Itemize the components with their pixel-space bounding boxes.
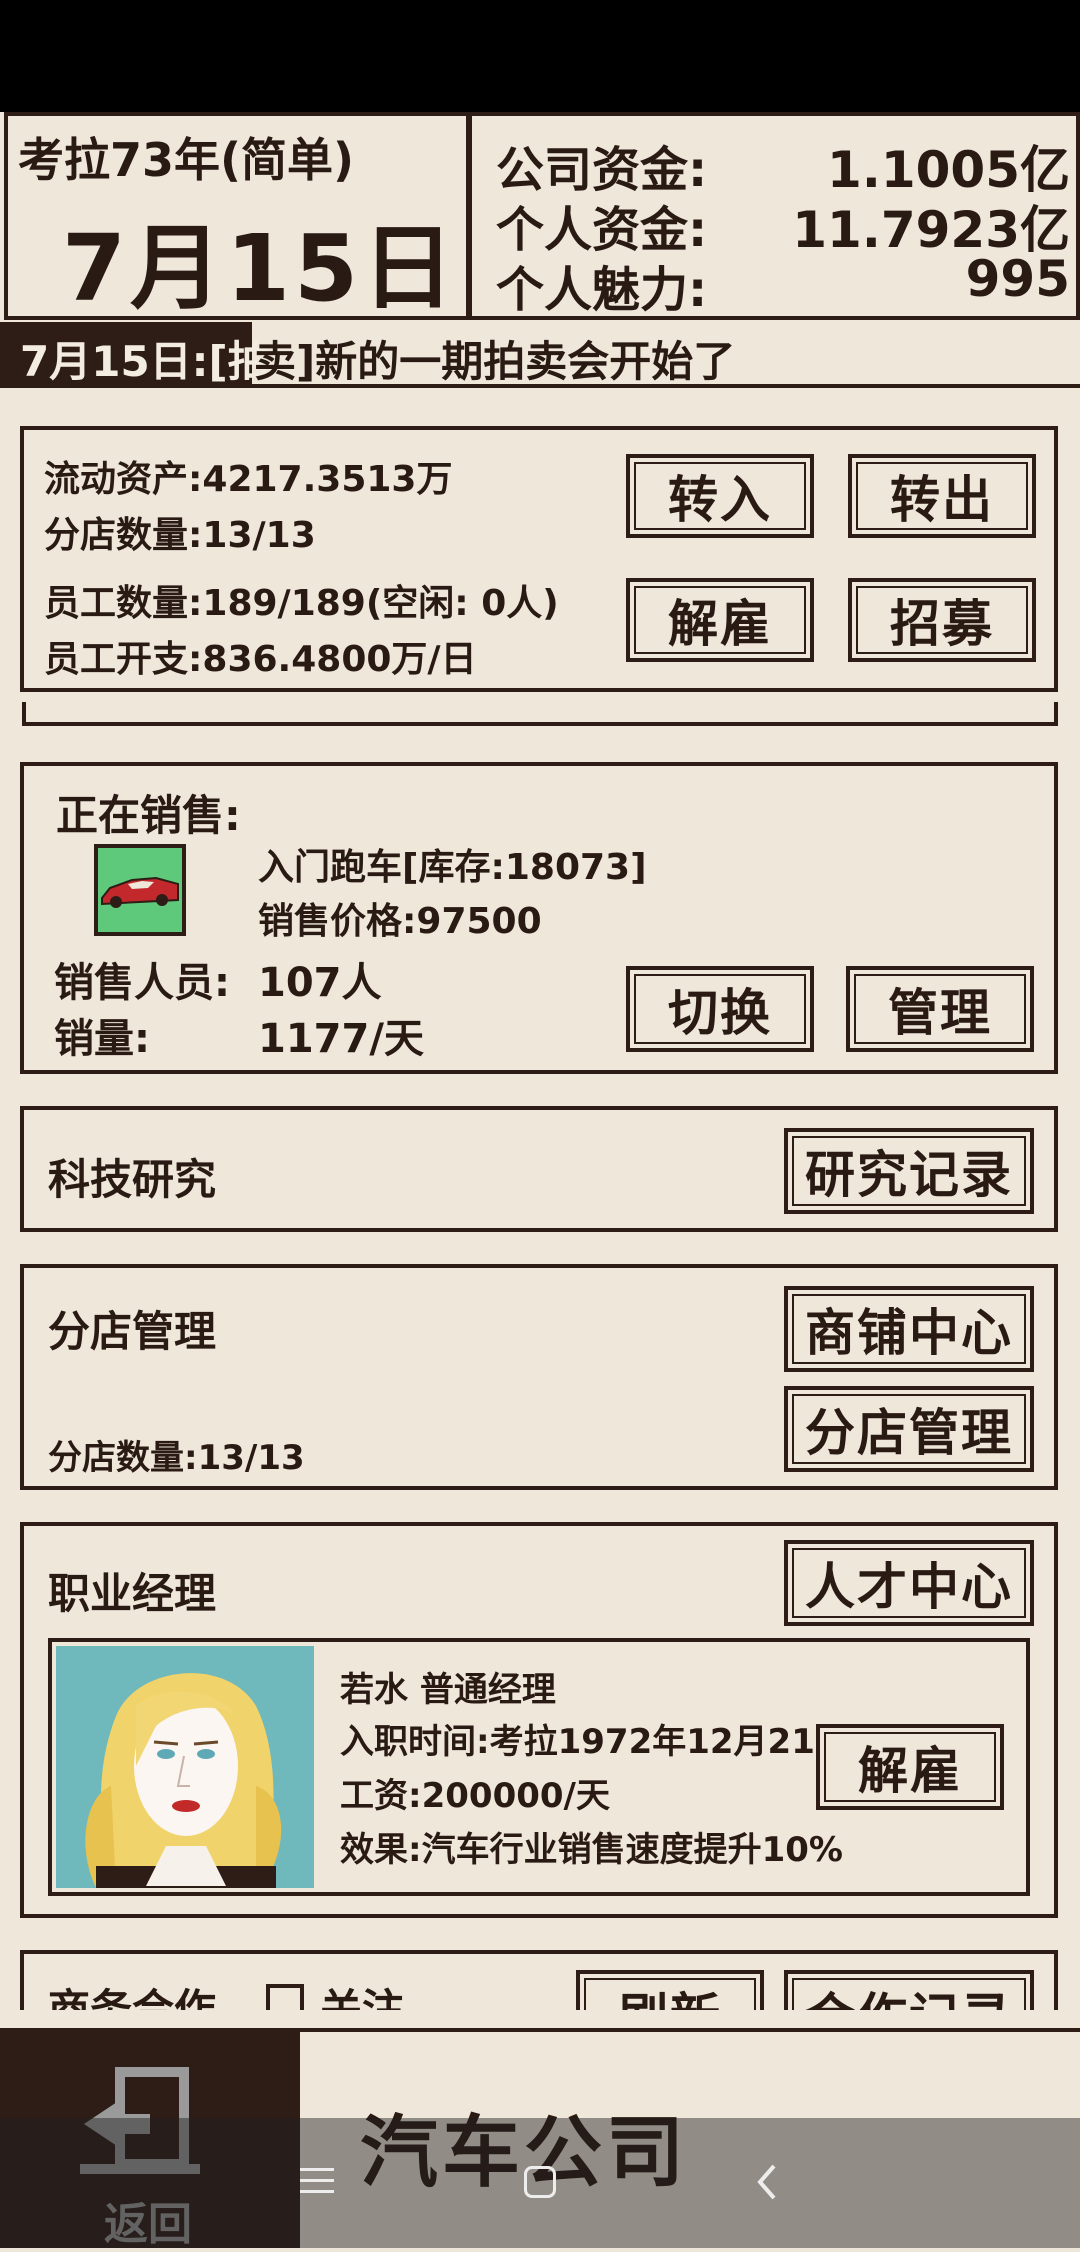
- talent-center-button[interactable]: 人才中心: [784, 1540, 1034, 1626]
- current-date: 7月15日: [62, 215, 459, 322]
- manager-portrait: [56, 1646, 314, 1888]
- switch-product-button[interactable]: 切换: [626, 966, 814, 1052]
- follow-checkbox[interactable]: [266, 1984, 304, 2010]
- product-name: 入门跑车[库存:18073]: [258, 847, 647, 888]
- status-bar: [0, 0, 1080, 112]
- fire-employee-button[interactable]: 解雇: [626, 578, 814, 662]
- manager-hire-date: 入职时间:考拉1972年12月21日: [340, 1722, 849, 1762]
- refresh-button[interactable]: 刷新: [576, 1970, 764, 2010]
- charm-value: 995: [965, 250, 1070, 308]
- sales-staff-value: 107人: [258, 960, 382, 1006]
- transfer-out-button[interactable]: 转出: [848, 454, 1036, 538]
- ticker-message: 卖]新的一期拍卖会开始了: [254, 337, 736, 386]
- recents-nav-icon[interactable]: [300, 2166, 334, 2196]
- home-nav-icon[interactable]: [524, 2166, 556, 2198]
- sales-heading: 正在销售:: [56, 791, 241, 840]
- back-nav-icon[interactable]: [752, 2162, 782, 2202]
- sale-price: 销售价格:97500: [258, 901, 542, 942]
- manager-salary: 工资:200000/天: [340, 1776, 610, 1816]
- business-title: 商务合作: [48, 1985, 217, 2010]
- manage-sales-button[interactable]: 管理: [846, 966, 1034, 1052]
- product-thumbnail[interactable]: [94, 844, 186, 936]
- recruit-button[interactable]: 招募: [848, 578, 1036, 662]
- branch-management-button[interactable]: 分店管理: [784, 1386, 1034, 1472]
- fire-manager-button[interactable]: 解雇: [816, 1724, 1004, 1810]
- manager-name-rank: 若水 普通经理: [340, 1670, 556, 1710]
- employee-expense: 员工开支:836.4800万/日: [44, 639, 477, 680]
- branch-management-title: 分店管理: [48, 1307, 217, 1356]
- branch-count: 分店数量:13/13: [44, 515, 316, 556]
- research-title: 科技研究: [48, 1155, 217, 1204]
- divider: [22, 702, 1058, 726]
- sales-volume-label: 销量:: [54, 1016, 150, 1062]
- follow-label: 关注: [320, 1985, 405, 2010]
- transfer-in-button[interactable]: 转入: [626, 454, 814, 538]
- employee-count: 员工数量:189/189(空闲: 0人): [44, 583, 559, 624]
- charm-label: 个人魅力:: [496, 262, 708, 318]
- manager-portrait-image: [85, 1673, 282, 1888]
- liquid-assets: 流动资产:4217.3513万: [44, 459, 453, 500]
- manager-effect: 效果:汽车行业销售速度提升10%: [340, 1830, 843, 1870]
- funds-panel: 公司资金: 1.1005亿 个人资金: 11.7923亿 个人魅力: 995: [468, 112, 1080, 320]
- branch-count-small: 分店数量:13/13: [48, 1438, 305, 1478]
- sales-volume-value: 1177/天: [258, 1016, 424, 1062]
- sales-staff-label: 销售人员:: [54, 960, 230, 1006]
- manager-title: 职业经理: [48, 1569, 217, 1618]
- cooperation-records-button[interactable]: 合作记录: [784, 1970, 1034, 2010]
- business-panel-clip: 商务合作 关注 刷新 合作记录: [0, 1950, 1080, 2010]
- red-sports-car-icon: [101, 876, 179, 908]
- ticker-date: 7月15日:[拍: [20, 337, 270, 386]
- date-panel: 考拉73年(简单) 7月15日: [4, 112, 470, 322]
- research-records-button[interactable]: 研究记录: [784, 1128, 1034, 1214]
- news-ticker[interactable]: 7月15日:[拍 卖]新的一期拍卖会开始了: [0, 322, 1080, 388]
- year-mode-label: 考拉73年(简单): [18, 133, 355, 187]
- shop-center-button[interactable]: 商铺中心: [784, 1286, 1034, 1372]
